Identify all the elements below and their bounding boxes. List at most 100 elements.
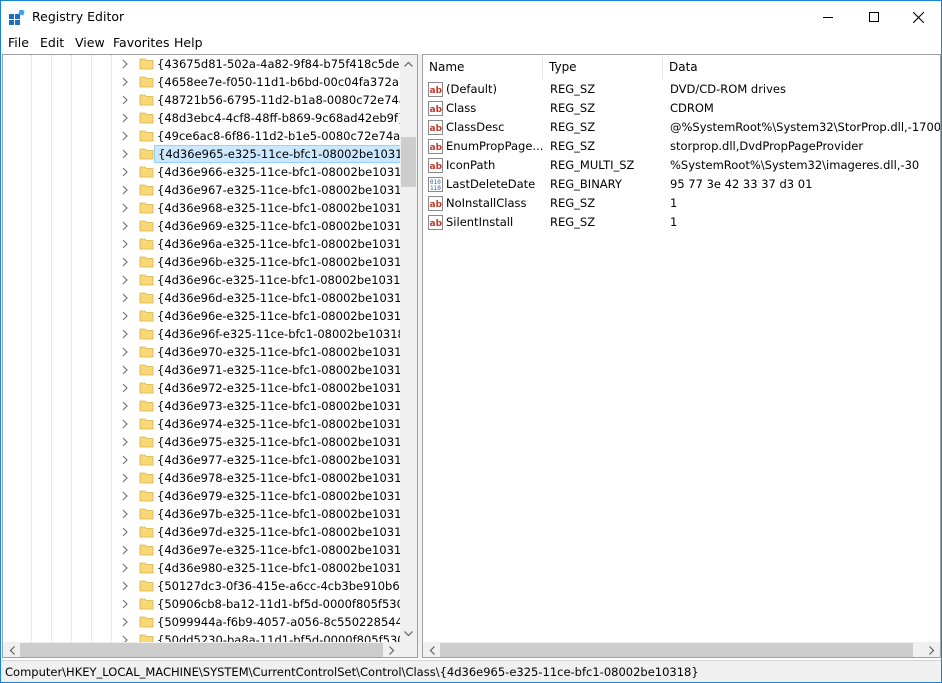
tree-item-label[interactable]: {4d36e975-e325-11ce-bfc1-08002be10318} xyxy=(154,433,417,451)
chevron-right-icon[interactable] xyxy=(121,383,129,393)
tree-item-label[interactable]: {4d36e978-e325-11ce-bfc1-08002be10318} xyxy=(154,469,417,487)
tree-item[interactable]: {50127dc3-0f36-415e-a6cc-4cb3be910b65} xyxy=(3,577,414,595)
tree-horizontal-scrollbar[interactable] xyxy=(3,642,400,657)
chevron-right-icon[interactable] xyxy=(121,401,129,411)
tree-item-label[interactable]: {4d36e966-e325-11ce-bfc1-08002be10318} xyxy=(154,163,417,181)
tree-item-label[interactable]: {4d36e97b-e325-11ce-bfc1-08002be10318} xyxy=(154,505,417,523)
tree-item[interactable]: {4d36e965-e325-11ce-bfc1-08002be10318} xyxy=(3,145,417,163)
tree-vertical-scroll-thumb[interactable] xyxy=(401,137,416,187)
maximize-button[interactable] xyxy=(851,1,897,33)
menu-view[interactable]: View xyxy=(75,35,105,51)
tree-item[interactable]: {4d36e972-e325-11ce-bfc1-08002be10318} xyxy=(3,379,416,397)
minimize-button[interactable] xyxy=(805,1,851,33)
title-bar[interactable]: Registry Editor xyxy=(1,1,941,33)
tree-item-label[interactable]: {50127dc3-0f36-415e-a6cc-4cb3be910b65} xyxy=(154,577,417,595)
tree-item-label[interactable]: {4d36e96c-e325-11ce-bfc1-08002be10318} xyxy=(154,271,417,289)
menu-file[interactable]: File xyxy=(8,35,29,51)
tree-item-label[interactable]: {4d36e965-e325-11ce-bfc1-08002be10318} xyxy=(154,145,417,163)
tree-horizontal-scroll-thumb[interactable] xyxy=(20,643,383,657)
tree-item-label[interactable]: {4d36e97d-e325-11ce-bfc1-08002be10318} xyxy=(154,523,417,541)
scroll-left-arrow-icon[interactable] xyxy=(3,642,20,657)
menu-favorites[interactable]: Favorites xyxy=(113,35,169,51)
chevron-right-icon[interactable] xyxy=(121,509,129,519)
chevron-right-icon[interactable] xyxy=(121,221,129,231)
tree-item-label[interactable]: {48721b56-6795-11d2-b1a8-0080c72e74a2} xyxy=(154,91,417,109)
value-row[interactable]: 010 110 LastDeleteDate REG_BINARY 95 77 3e 4… xyxy=(423,175,940,194)
tree-item-label[interactable]: {4d36e968-e325-11ce-bfc1-08002be10318} xyxy=(154,199,417,217)
tree-item-label[interactable]: {4d36e967-e325-11ce-bfc1-08002be10318} xyxy=(154,181,417,199)
tree-item[interactable]: {49ce6ac8-6f86-11d2-b1e5-0080c72e74a2} xyxy=(3,127,415,145)
column-header-type[interactable]: Type xyxy=(543,55,663,79)
tree-item[interactable]: {4d36e96f-e325-11ce-bfc1-08002be10318} xyxy=(3,325,412,343)
tree-item[interactable]: {4658ee7e-f050-11d1-b6bd-00c04fa372a7} xyxy=(3,73,414,91)
tree-item-label[interactable]: {4d36e972-e325-11ce-bfc1-08002be10318} xyxy=(154,379,417,397)
tree-item[interactable]: {4d36e977-e325-11ce-bfc1-08002be10318} xyxy=(3,451,416,469)
tree-item[interactable]: {4d36e970-e325-11ce-bfc1-08002be10318} xyxy=(3,343,416,361)
value-row[interactable]: ab IconPath REG_MULTI_SZ %SystemRoot%\Syste… xyxy=(423,156,940,175)
chevron-right-icon[interactable] xyxy=(121,275,129,285)
tree-item[interactable]: {4d36e96d-e325-11ce-bfc1-08002be10318} xyxy=(3,289,416,307)
menu-edit[interactable]: Edit xyxy=(40,35,64,51)
chevron-right-icon[interactable] xyxy=(121,347,129,357)
value-row[interactable]: ab NoInstallClass REG_SZ 1 xyxy=(423,194,940,213)
menu-help[interactable]: Help xyxy=(174,35,203,51)
tree-item-label[interactable]: {43675d81-502a-4a82-9f84-b75f418c5dea} xyxy=(154,55,417,73)
tree-item[interactable]: {4d36e97d-e325-11ce-bfc1-08002be10318} xyxy=(3,523,416,541)
tree-item[interactable]: {4d36e96a-e325-11ce-bfc1-08002be10318} xyxy=(3,235,416,253)
value-row[interactable]: ab SilentInstall REG_SZ 1 xyxy=(423,213,940,232)
tree-item-label[interactable]: {4d36e971-e325-11ce-bfc1-08002be10318} xyxy=(154,361,417,379)
scroll-down-arrow-icon[interactable] xyxy=(400,625,417,642)
chevron-right-icon[interactable] xyxy=(121,185,129,195)
tree-item-label[interactable]: {4d36e96e-e325-11ce-bfc1-08002be10318} xyxy=(154,307,417,325)
chevron-right-icon[interactable] xyxy=(121,545,129,555)
tree-item[interactable]: {4d36e975-e325-11ce-bfc1-08002be10318} xyxy=(3,433,416,451)
chevron-right-icon[interactable] xyxy=(121,581,129,591)
chevron-right-icon[interactable] xyxy=(121,527,129,537)
tree-item-label[interactable]: {49ce6ac8-6f86-11d2-b1e5-0080c72e74a2} xyxy=(154,127,417,145)
key-tree-pane[interactable]: {43675d81-502a-4a82-9f84-b75f418c5dea} {4… xyxy=(2,54,418,658)
current-key-path[interactable]: Computer\HKEY_LOCAL_MACHINE\SYSTEM\Curre… xyxy=(5,664,699,680)
chevron-right-icon[interactable] xyxy=(121,239,129,249)
tree-item[interactable]: {48d3ebc4-4cf8-48ff-b869-9c68ad42eb9f} xyxy=(3,109,405,127)
tree-item-label[interactable]: {4d36e96d-e325-11ce-bfc1-08002be10318} xyxy=(154,289,417,307)
tree-item[interactable]: {4d36e967-e325-11ce-bfc1-08002be10318} xyxy=(3,181,416,199)
chevron-right-icon[interactable] xyxy=(121,329,129,339)
chevron-right-icon[interactable] xyxy=(121,59,129,69)
chevron-right-icon[interactable] xyxy=(121,599,129,609)
chevron-right-icon[interactable] xyxy=(121,563,129,573)
tree-item-label[interactable]: {4d36e97e-e325-11ce-bfc1-08002be10318} xyxy=(154,541,417,559)
tree-item[interactable]: {4d36e971-e325-11ce-bfc1-08002be10318} xyxy=(3,361,416,379)
tree-item-label[interactable]: {5099944a-f6b9-4057-a056-8c550228544c} xyxy=(154,613,417,631)
column-header-name[interactable]: Name xyxy=(423,55,543,79)
chevron-right-icon[interactable] xyxy=(121,455,129,465)
tree-item-label[interactable]: {4d36e973-e325-11ce-bfc1-08002be10318} xyxy=(154,397,417,415)
tree-item-label[interactable]: {4d36e979-e325-11ce-bfc1-08002be10318} xyxy=(154,487,417,505)
chevron-right-icon[interactable] xyxy=(121,473,129,483)
chevron-right-icon[interactable] xyxy=(121,95,129,105)
values-scroll-right-arrow-icon[interactable] xyxy=(923,642,940,657)
tree-item-label[interactable]: {4d36e980-e325-11ce-bfc1-08002be10318} xyxy=(154,559,417,577)
chevron-right-icon[interactable] xyxy=(121,257,129,267)
value-row[interactable]: ab (Default) REG_SZ DVD/CD-ROM drives xyxy=(423,80,940,99)
values-horizontal-scroll-thumb[interactable] xyxy=(440,643,913,657)
chevron-right-icon[interactable] xyxy=(121,203,129,213)
tree-item[interactable]: {4d36e97e-e325-11ce-bfc1-08002be10318} xyxy=(3,541,416,559)
tree-item[interactable]: {4d36e978-e325-11ce-bfc1-08002be10318} xyxy=(3,469,416,487)
tree-item[interactable]: {4d36e96e-e325-11ce-bfc1-08002be10318} xyxy=(3,307,416,325)
chevron-right-icon[interactable] xyxy=(121,311,129,321)
scroll-right-arrow-icon[interactable] xyxy=(383,642,400,657)
tree-item-label[interactable]: {4d36e969-e325-11ce-bfc1-08002be10318} xyxy=(154,217,417,235)
tree-item[interactable]: {4d36e980-e325-11ce-bfc1-08002be10318} xyxy=(3,559,416,577)
value-row[interactable]: ab ClassDesc REG_SZ @%SystemRoot%\System32\… xyxy=(423,118,940,137)
chevron-right-icon[interactable] xyxy=(121,491,129,501)
tree-item-label[interactable]: {48d3ebc4-4cf8-48ff-b869-9c68ad42eb9f} xyxy=(154,109,408,127)
chevron-right-icon[interactable] xyxy=(121,365,129,375)
chevron-right-icon[interactable] xyxy=(121,419,129,429)
chevron-right-icon[interactable] xyxy=(121,617,129,627)
tree-item[interactable]: {5099944a-f6b9-4057-a056-8c550228544c} xyxy=(3,613,417,631)
tree-item-label[interactable]: {4d36e977-e325-11ce-bfc1-08002be10318} xyxy=(154,451,417,469)
tree-item[interactable]: {4d36e96b-e325-11ce-bfc1-08002be10318} xyxy=(3,253,416,271)
tree-item[interactable]: {4d36e974-e325-11ce-bfc1-08002be10318} xyxy=(3,415,416,433)
tree-item-label[interactable]: {4d36e970-e325-11ce-bfc1-08002be10318} xyxy=(154,343,417,361)
close-button[interactable] xyxy=(895,1,941,33)
